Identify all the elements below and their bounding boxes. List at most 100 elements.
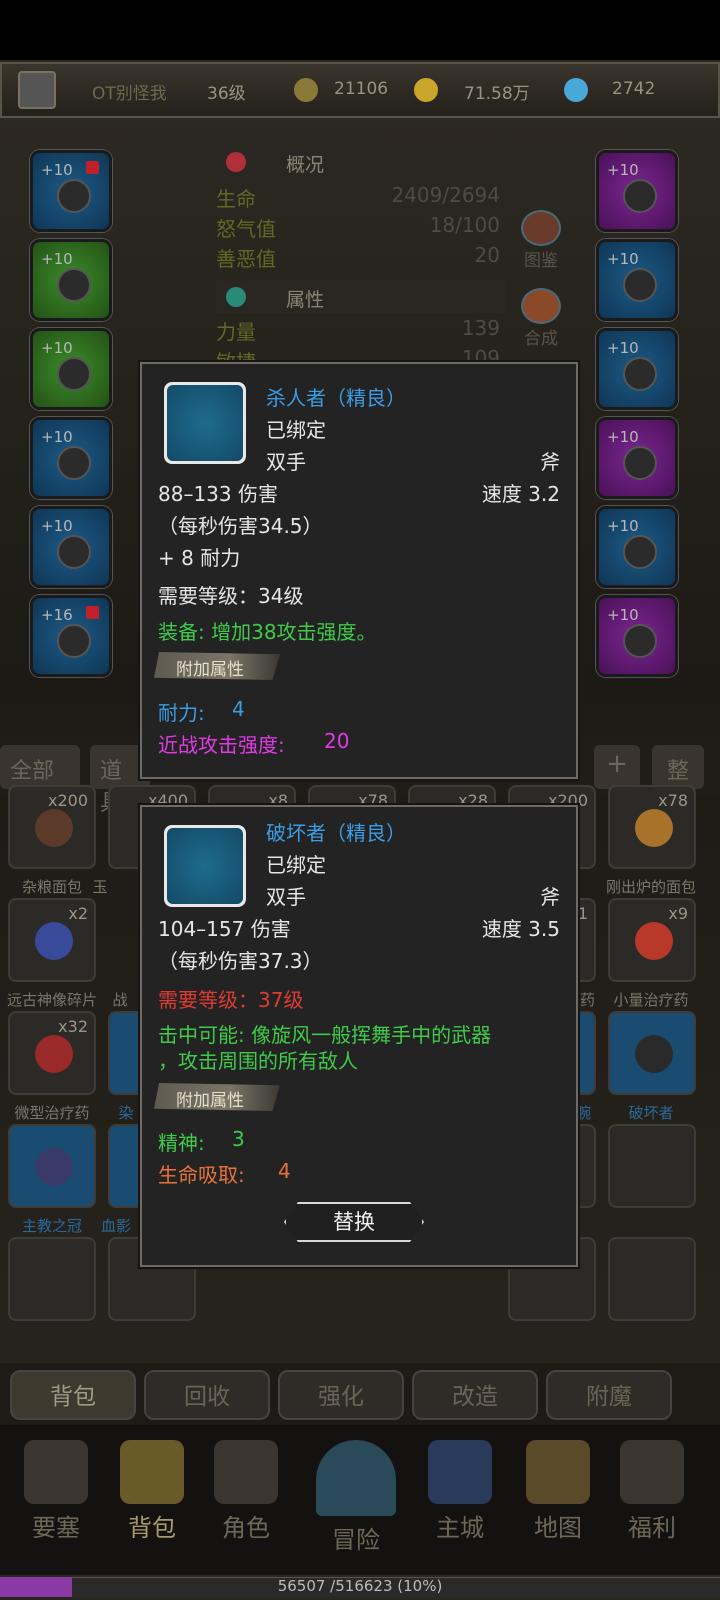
nav-label: 角色 (222, 1514, 270, 1542)
nav-character[interactable]: 角色 (206, 1440, 286, 1543)
gift-icon (620, 1440, 684, 1504)
inventory-slot-destroyer[interactable] (608, 1011, 696, 1095)
fresh-bread-icon (635, 809, 673, 847)
nav-map[interactable]: 地图 (518, 1440, 598, 1543)
tab-all[interactable]: 全部 (0, 745, 80, 789)
diamond-icon (564, 78, 588, 102)
inventory-slot[interactable] (8, 1124, 96, 1208)
stat-value: 2409/2694 (391, 183, 500, 207)
enhance-level: +10 (607, 517, 639, 535)
subtab-enhance[interactable]: 强化 (278, 1370, 404, 1420)
stat-hp: 生命 2409/2694 (216, 183, 506, 213)
inventory-slot[interactable]: x32 (8, 1011, 96, 1095)
equip-slot-weapon[interactable]: +10 (596, 150, 678, 232)
nav-bag[interactable]: 背包 (112, 1440, 192, 1543)
equip-slot-neck[interactable]: +10 (30, 239, 112, 321)
item-equip-effect: 装备: 增加38攻击强度。 (158, 620, 377, 644)
cloak-icon (57, 446, 91, 480)
equipped-item-tooltip: 杀人者（精良） 已绑定 双手 斧 88–133 伤害 速度 3.2 （每秒伤害3… (140, 362, 578, 779)
item-hand: 双手 (266, 450, 306, 474)
person-icon (226, 287, 246, 307)
gloves-icon (623, 446, 657, 480)
equip-slot-ring[interactable]: +16 (30, 595, 112, 677)
item-req-level: 需要等级：37级 (158, 988, 304, 1012)
nav-adventure[interactable]: 冒险 (316, 1440, 396, 1555)
extra-attributes-tag: 附加属性 (154, 652, 280, 680)
item-proc-effect-cont: ，攻击周围的所有敌人 (158, 1049, 358, 1073)
subtab-enchant[interactable]: 附魔 (546, 1370, 672, 1420)
stat-label: 生命 (216, 187, 256, 211)
item-proc-effect: 击中可能: 像旋风一般挥舞手中的武器 (158, 1023, 492, 1047)
item-speed: 速度 3.5 (481, 917, 560, 941)
inventory-slot[interactable] (608, 1124, 696, 1208)
item-name: 杀人者（精良） (266, 386, 406, 410)
bracer-icon (623, 357, 657, 391)
stat-value: 109 (461, 346, 500, 362)
inventory-slot[interactable]: x200 (8, 785, 96, 869)
axe-icon (635, 1035, 673, 1073)
enhance-level: +10 (607, 339, 639, 357)
top-status-bar: OT别怪我 36级 21106 71.58万 2742 (0, 62, 720, 118)
inventory-slot[interactable]: x9 (608, 898, 696, 982)
equip-slot-trinket[interactable]: +10 (596, 595, 678, 677)
item-stamina: + 8 耐力 (158, 546, 241, 570)
inventory-slot[interactable] (8, 1237, 96, 1321)
potion-icon (35, 1035, 73, 1073)
craft-label: 合成 (524, 329, 558, 349)
enhance-level: +10 (41, 339, 73, 357)
equipped-axe-icon (164, 382, 246, 464)
trinket-icon (623, 624, 657, 658)
enhance-level: +10 (607, 161, 639, 179)
lock-icon (86, 606, 99, 619)
inventory-slot[interactable] (608, 1237, 696, 1321)
item-bound: 已绑定 (266, 853, 326, 877)
add-button[interactable]: + (594, 745, 640, 789)
gold-value: 71.58万 (464, 84, 530, 104)
equip-slot-chest[interactable]: +10 (30, 506, 112, 588)
subtab-recycle[interactable]: 回收 (144, 1370, 270, 1420)
craft-icon (521, 288, 561, 324)
equip-slot-head[interactable]: +10 (30, 150, 112, 232)
equip-slot-boots[interactable]: +10 (596, 506, 678, 588)
subtab-bag[interactable]: 背包 (10, 1370, 136, 1420)
power-value: 21106 (334, 79, 389, 99)
inventory-slot[interactable]: x78 (608, 785, 696, 869)
equip-slot-gloves[interactable]: +10 (596, 417, 678, 499)
gold-icon (414, 78, 438, 102)
equip-slot-bracer[interactable]: +10 (596, 328, 678, 410)
attributes-title: 属性 (286, 289, 325, 311)
codex-label: 图鉴 (524, 251, 558, 271)
inventory-slot[interactable]: x2 (8, 898, 96, 982)
extra-attr-label: 生命吸取: (158, 1163, 245, 1187)
replace-button[interactable]: 替换 (284, 1202, 424, 1242)
codex-button[interactable]: 图鉴 (514, 210, 568, 271)
item-count: x200 (47, 791, 88, 810)
extra-attr-label: 精神: (158, 1131, 205, 1155)
equip-slot-shoulder[interactable]: +10 (30, 328, 112, 410)
subtab-reforge[interactable]: 改造 (412, 1370, 538, 1420)
item-hand: 双手 (266, 885, 306, 909)
codex-icon (521, 210, 561, 246)
nav-welfare[interactable]: 福利 (612, 1440, 692, 1543)
equip-slot-belt[interactable]: +10 (596, 239, 678, 321)
item-dps: （每秒伤害34.5） (158, 514, 323, 538)
potion-icon (635, 922, 673, 960)
stat-value: 139 (461, 316, 500, 340)
sort-button[interactable]: 整 (652, 745, 704, 789)
player-avatar[interactable] (18, 71, 56, 109)
item-req-level: 需要等级：34级 (158, 584, 304, 608)
craft-button[interactable]: 合成 (514, 288, 568, 349)
extra-attr-label: 近战攻击强度: (158, 733, 285, 757)
bread-icon (35, 809, 73, 847)
item-label: 微型治疗药 (14, 1104, 90, 1122)
nav-main-city[interactable]: 主城 (420, 1440, 500, 1543)
equip-slot-cloak[interactable]: +10 (30, 417, 112, 499)
item-count: x78 (658, 791, 688, 810)
nav-fortress[interactable]: 要塞 (16, 1440, 96, 1543)
item-type: 斧 (540, 450, 560, 474)
stat-karma: 善恶值 20 (216, 243, 506, 273)
item-label: 小量治疗药 (613, 991, 689, 1009)
extra-attr-value: 4 (278, 1159, 291, 1183)
enhance-level: +10 (607, 606, 639, 624)
new-axe-icon (164, 825, 246, 907)
